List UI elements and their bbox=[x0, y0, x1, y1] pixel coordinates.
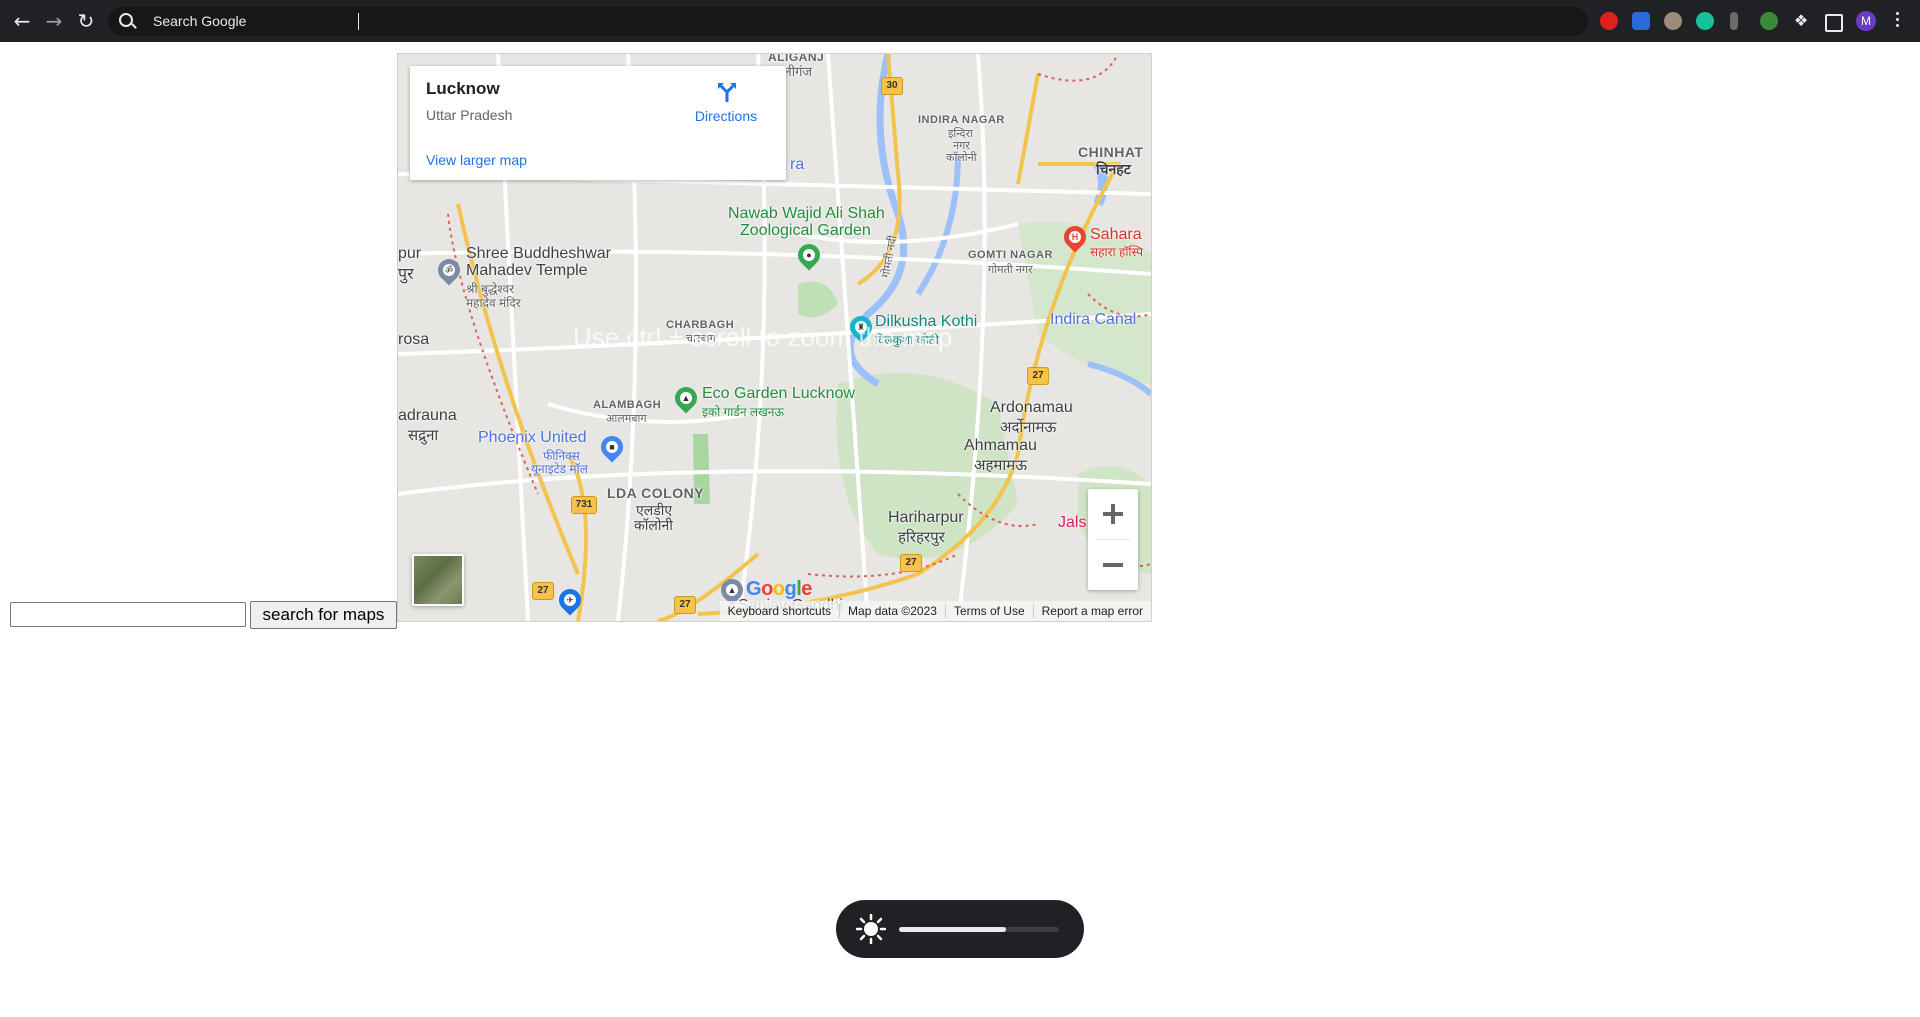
place-info-card: Lucknow Uttar Pradesh View larger map Di… bbox=[410, 66, 786, 180]
label-phoenix-hi2: यूनाइटेड मॉल bbox=[531, 462, 588, 476]
ext-tree-icon[interactable] bbox=[1760, 12, 1778, 30]
ext-gray-icon[interactable] bbox=[1730, 12, 1738, 30]
satellite-layer-toggle[interactable] bbox=[412, 554, 464, 606]
label-gomti-nagar-hi: गोमती नगर bbox=[988, 264, 1033, 276]
label-ahmamau: Ahmamau bbox=[964, 437, 1037, 454]
label-temple-hi2: महादेव मंदिर bbox=[466, 296, 521, 310]
extensions-puzzle-icon[interactable]: ❖ bbox=[1792, 12, 1810, 30]
directions-button[interactable]: Directions bbox=[678, 78, 774, 132]
label-hariharpur-hi: हरिहरपुर bbox=[898, 529, 945, 546]
directions-icon bbox=[718, 83, 736, 102]
ext-shield-icon[interactable] bbox=[1632, 12, 1650, 30]
label-sadrauna: adrauna bbox=[398, 407, 457, 424]
side-panel-icon[interactable] bbox=[1825, 14, 1843, 32]
scroll-zoom-hint: Use ctrl + scroll to zoom the map bbox=[573, 322, 953, 352]
brightness-sun-icon bbox=[856, 914, 886, 944]
reload-icon[interactable]: ↻ bbox=[74, 9, 98, 33]
highway-shield: 27 bbox=[900, 554, 922, 572]
ext-red-icon[interactable] bbox=[1600, 12, 1618, 30]
address-bar-text: Search Google bbox=[153, 13, 247, 29]
label-sadrauna-hi: सद्रुना bbox=[408, 427, 439, 444]
kebab-menu-icon[interactable] bbox=[1896, 12, 1900, 30]
label-eco-garden: Eco Garden Lucknow bbox=[702, 385, 855, 402]
google-logo: Google bbox=[746, 578, 812, 600]
label-alambagh-hi: आलमबाग bbox=[606, 413, 647, 425]
embedded-map[interactable]: ALIGANJ अलीगंज INDIRA NAGAR इन्दिरा नगर … bbox=[397, 53, 1152, 622]
label-zoo-line2: Zoological Garden bbox=[740, 222, 871, 239]
search-for-maps-button[interactable]: search for maps bbox=[250, 601, 397, 629]
highway-shield: 27 bbox=[674, 596, 696, 614]
highway-shield: 27 bbox=[532, 582, 554, 600]
terms-link[interactable]: Terms of Use bbox=[946, 604, 1034, 618]
profile-avatar[interactable]: M bbox=[1856, 11, 1876, 31]
directions-label: Directions bbox=[694, 108, 758, 124]
label-lda-hi2: कॉलोनी bbox=[634, 517, 673, 533]
place-title: Lucknow bbox=[426, 79, 500, 98]
map-search-input[interactable] bbox=[10, 602, 246, 627]
text-caret bbox=[358, 13, 359, 30]
back-icon[interactable]: ← bbox=[10, 9, 34, 33]
label-ahmamau-hi: अहमामऊ bbox=[974, 457, 1028, 474]
plus-icon-stroke bbox=[1111, 504, 1115, 524]
view-larger-map-link[interactable]: View larger map bbox=[426, 152, 527, 168]
highway-shield: 30 bbox=[881, 77, 903, 95]
label-sahara-hi: सहारा हॉस्पि bbox=[1090, 245, 1144, 259]
label-rosa: rosa bbox=[398, 331, 430, 348]
brightness-slider[interactable] bbox=[899, 927, 1059, 932]
label-gomti-nagar: GOMTI NAGAR bbox=[968, 249, 1053, 261]
label-phoenix: Phoenix United bbox=[478, 429, 587, 446]
label-ardonamau-hi: अर्दोनामऊ bbox=[1000, 419, 1057, 436]
keyboard-shortcuts-link[interactable]: Keyboard shortcuts bbox=[720, 604, 841, 618]
label-pur: pur bbox=[398, 245, 422, 262]
report-error-link[interactable]: Report a map error bbox=[1034, 604, 1151, 618]
map-footer: Keyboard shortcuts Map data ©2023 Terms … bbox=[719, 601, 1151, 621]
label-indira-nagar: INDIRA NAGAR bbox=[918, 114, 1005, 126]
zoom-out-button[interactable] bbox=[1088, 540, 1138, 590]
label-alambagh: ALAMBAGH bbox=[593, 399, 662, 411]
label-pur-hi: पुर bbox=[398, 266, 414, 283]
ext-owl-icon[interactable] bbox=[1664, 12, 1682, 30]
label-chinhat: CHINHAT bbox=[1078, 144, 1144, 160]
label-lda-colony: LDA COLONY bbox=[607, 485, 705, 501]
minus-icon bbox=[1103, 563, 1123, 567]
label-zoo-line1: Nawab Wajid Ali Shah bbox=[728, 205, 885, 222]
zoom-in-button[interactable] bbox=[1088, 489, 1138, 539]
label-hariharpur: Hariharpur bbox=[888, 509, 964, 526]
forward-icon[interactable]: → bbox=[42, 9, 66, 33]
label-ardonamau: Ardonamau bbox=[990, 399, 1073, 416]
label-chinhat-hi: चिनहट bbox=[1096, 161, 1131, 177]
label-jals: Jals bbox=[1058, 514, 1087, 531]
search-icon bbox=[119, 13, 133, 27]
brightness-overlay bbox=[836, 900, 1084, 958]
brightness-level bbox=[899, 927, 1007, 932]
place-region: Uttar Pradesh bbox=[426, 107, 513, 123]
map-data-text: Map data ©2023 bbox=[840, 604, 946, 618]
label-indira-canal: Indira Canal bbox=[1050, 311, 1137, 328]
zoom-controls bbox=[1088, 489, 1138, 590]
label-temple-line1: Shree Buddheshwar bbox=[466, 245, 611, 262]
highway-shield: 731 bbox=[571, 496, 597, 514]
browser-toolbar: ← → ↻ Search Google ❖ M bbox=[0, 0, 1920, 42]
label-eco-garden-hi: इको गार्डन लखनऊ bbox=[702, 405, 784, 419]
label-sahara: Sahara bbox=[1090, 226, 1142, 243]
address-bar[interactable]: Search Google bbox=[108, 7, 1588, 36]
label-temple-line2: Mahadev Temple bbox=[466, 262, 588, 279]
highway-shield: 27 bbox=[1027, 367, 1049, 385]
grammarly-icon[interactable] bbox=[1696, 12, 1714, 30]
label-indira-nagar-hi3: कॉलोनी bbox=[946, 152, 977, 164]
label-ra: ra bbox=[790, 156, 805, 173]
